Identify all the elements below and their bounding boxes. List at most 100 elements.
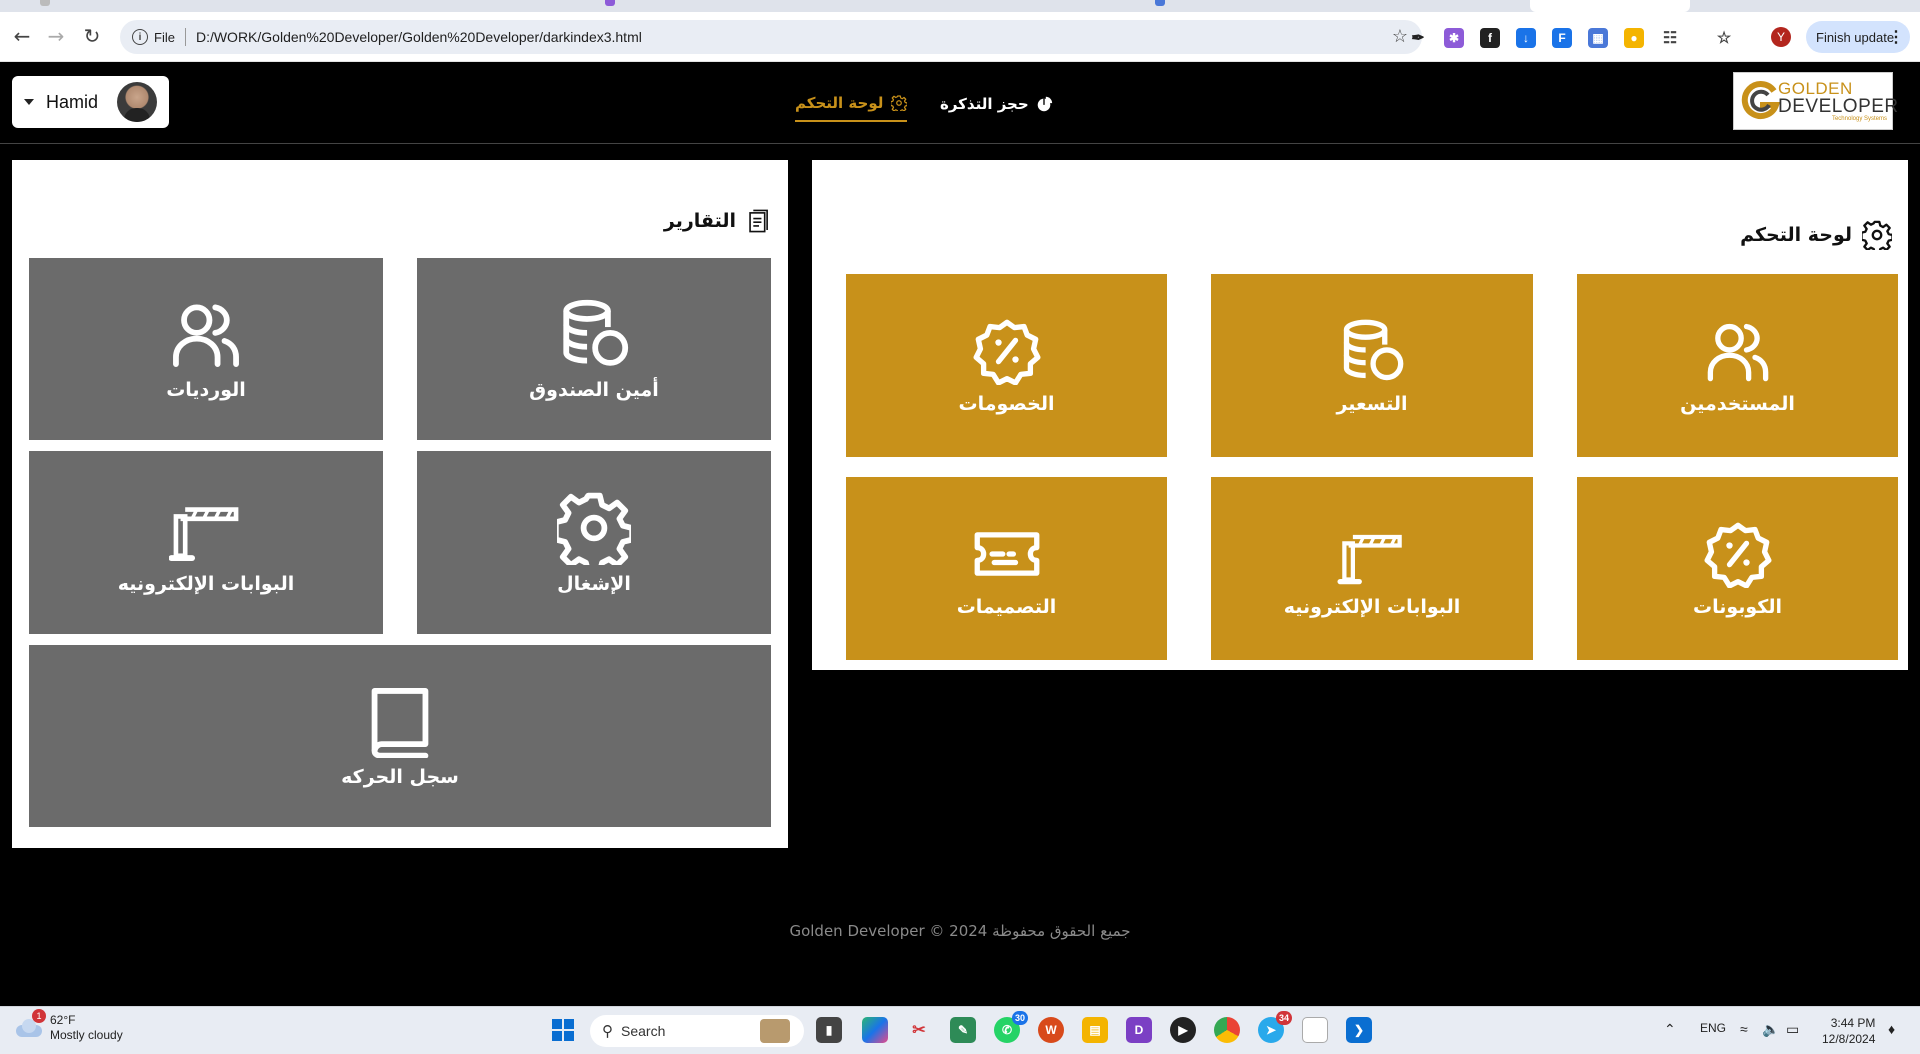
tile-gates-report[interactable]: البوابات الإلكترونيه (29, 451, 383, 634)
forward-icon[interactable]: → (44, 24, 68, 48)
pie-icon (1037, 96, 1052, 112)
finish-update-button[interactable]: Finish update ⋮ (1806, 21, 1910, 53)
profile-avatar[interactable]: Y (1771, 27, 1791, 47)
user-menu-dropdown[interactable]: Hamid (12, 76, 169, 128)
search-icon: ⚲ (602, 1023, 613, 1040)
barrier-gate-icon (1333, 520, 1411, 588)
discount-badge-icon (968, 317, 1046, 385)
logo-line2: DEVELOPER (1778, 96, 1899, 117)
tile-label: التصميمات (956, 595, 1057, 618)
wps-office-icon[interactable]: W (1038, 1017, 1064, 1043)
copilot-icon[interactable] (862, 1017, 888, 1043)
tab-favicon[interactable] (1155, 0, 1165, 6)
kebab-menu-icon[interactable]: ⋮ (1888, 27, 1904, 47)
extension-icon[interactable]: ✱ (1444, 28, 1464, 48)
notification-bell-icon[interactable]: ♦ (1888, 1021, 1895, 1037)
address-bar[interactable]: i File D:/WORK/Golden%20Developer/Golden… (120, 20, 1422, 54)
search-highlight-icon (760, 1019, 790, 1043)
tile-shifts-report[interactable]: الورديات (29, 258, 383, 440)
nav-link-ticket-booking[interactable]: حجز التذكرة (940, 86, 1053, 122)
footer-copyright: جميع الحقوق محفوظة Golden Developer © 20… (789, 922, 1131, 940)
windows-start-icon[interactable] (550, 1017, 576, 1043)
caret-down-icon (24, 99, 34, 105)
discount-badge-icon (1699, 520, 1777, 588)
reports-panel-title: التقارير (664, 206, 772, 236)
tile-users[interactable]: المستخدمين (1577, 274, 1898, 457)
download-extension-icon[interactable]: ↓ (1516, 28, 1536, 48)
bookmarks-icon[interactable]: ☆ (1714, 28, 1734, 48)
panel-title-text: لوحة التحكم (1740, 224, 1852, 246)
tile-label: التسعير (1336, 392, 1408, 415)
weather-badge: 1 (32, 1009, 46, 1023)
blank-file-icon[interactable] (1302, 1017, 1328, 1043)
app-page: Hamid لوحة التحكم حجز التذكرة GOLDEN DEV… (0, 62, 1920, 1006)
tile-label: المستخدمين (1680, 392, 1795, 415)
bookmark-star-icon[interactable]: ☆ (1392, 26, 1408, 47)
tile-label: الورديات (166, 379, 246, 401)
vscode-icon[interactable]: ❯ (1346, 1017, 1372, 1043)
avatar (117, 82, 157, 122)
battery-icon[interactable]: ▭ (1786, 1021, 1799, 1038)
clock-time: 3:44 PM (1830, 1016, 1876, 1030)
volume-icon[interactable]: 🔈 (1762, 1021, 1779, 1038)
file-explorer-icon[interactable]: ▤ (1082, 1017, 1108, 1043)
tab-favicon[interactable] (605, 0, 615, 6)
tile-pricing[interactable]: التسعير (1211, 274, 1533, 457)
tile-coupons[interactable]: الكوبونات (1577, 477, 1898, 660)
site-info-icon[interactable]: i (132, 29, 148, 45)
snipping-tool-icon[interactable]: ✂ (906, 1017, 932, 1043)
wifi-icon[interactable]: ≈ (1740, 1021, 1748, 1037)
book-icon (363, 684, 437, 758)
app-d-icon[interactable]: D (1126, 1017, 1152, 1043)
telegram-icon[interactable]: ➤ 34 (1258, 1011, 1292, 1043)
users-icon (1699, 317, 1777, 385)
nav-link-label: لوحة التحكم (795, 94, 884, 112)
tile-label: أمين الصندوق (529, 379, 659, 401)
tile-movement-log[interactable]: سجل الحركه (29, 645, 771, 827)
media-player-icon[interactable]: ▶ (1170, 1017, 1196, 1043)
taskbar-search[interactable]: ⚲ Search (590, 1015, 804, 1047)
nav-link-label: حجز التذكرة (940, 95, 1029, 113)
tile-label: سجل الحركه (341, 766, 459, 788)
company-logo[interactable]: GOLDEN DEVELOPER Technology Systems (1733, 72, 1898, 130)
active-browser-tab[interactable] (1530, 0, 1690, 12)
address-divider (184, 28, 186, 46)
tile-cashier-report[interactable]: أمين الصندوق (417, 258, 771, 440)
logo-g-mark-icon (1741, 81, 1780, 120)
whatsapp-badge: 30 (1011, 1011, 1028, 1025)
extension-icon[interactable]: f (1480, 28, 1500, 48)
finish-update-label: Finish update (1816, 29, 1895, 45)
address-scheme: File (154, 29, 175, 45)
address-url[interactable]: D:/WORK/Golden%20Developer/Golden%20Deve… (196, 29, 642, 45)
nav-link-dashboard[interactable]: لوحة التحكم (795, 86, 908, 122)
tile-discounts[interactable]: الخصومات (846, 274, 1167, 457)
tile-label: البوابات الإلكترونيه (1283, 595, 1461, 618)
notepad-plus-icon[interactable]: ✎ (950, 1017, 976, 1043)
tray-overflow-icon[interactable]: ⌃ (1664, 1021, 1676, 1038)
whatsapp-icon[interactable]: ✆ 30 (994, 1011, 1028, 1043)
weather-widget[interactable]: 1 62°F Mostly cloudy (14, 1009, 123, 1043)
extension-icon[interactable]: F (1552, 28, 1572, 48)
terminal-icon[interactable]: ▮ (816, 1017, 842, 1043)
reload-icon[interactable]: ↻ (80, 24, 104, 48)
tile-electronic-gates[interactable]: البوابات الإلكترونيه (1211, 477, 1533, 660)
puzzle-icon[interactable]: ☷ (1660, 28, 1680, 48)
pen-extension-icon[interactable]: ✒ (1408, 28, 1428, 48)
back-icon[interactable]: ← (10, 24, 34, 48)
extension-icon[interactable]: ▦ (1588, 28, 1608, 48)
chrome-icon[interactable] (1214, 1017, 1240, 1043)
tile-label: الإشغال (557, 572, 631, 595)
dashboard-panel-title: لوحة التحكم (1740, 220, 1892, 250)
top-navbar: Hamid لوحة التحكم حجز التذكرة GOLDEN DEV… (0, 62, 1920, 144)
language-indicator[interactable]: ENG (1700, 1021, 1726, 1035)
extension-icon[interactable]: ● (1624, 28, 1644, 48)
system-clock[interactable]: 3:44 PM 12/8/2024 (1822, 1015, 1875, 1047)
users-icon (169, 297, 243, 371)
tile-designs[interactable]: التصميمات (846, 477, 1167, 660)
tab-favicon[interactable] (40, 0, 50, 6)
tile-occupancy-report[interactable]: الإشغال (417, 451, 771, 634)
search-placeholder: Search (621, 1023, 666, 1039)
windows-taskbar: 1 62°F Mostly cloudy ⚲ Search ▮ ✂ ✎ ✆ 30… (0, 1006, 1920, 1054)
logo-tagline: Technology Systems (1831, 116, 1887, 122)
dashboard-panel: لوحة التحكم الخصومات التسعير المستخدمين … (812, 160, 1908, 670)
